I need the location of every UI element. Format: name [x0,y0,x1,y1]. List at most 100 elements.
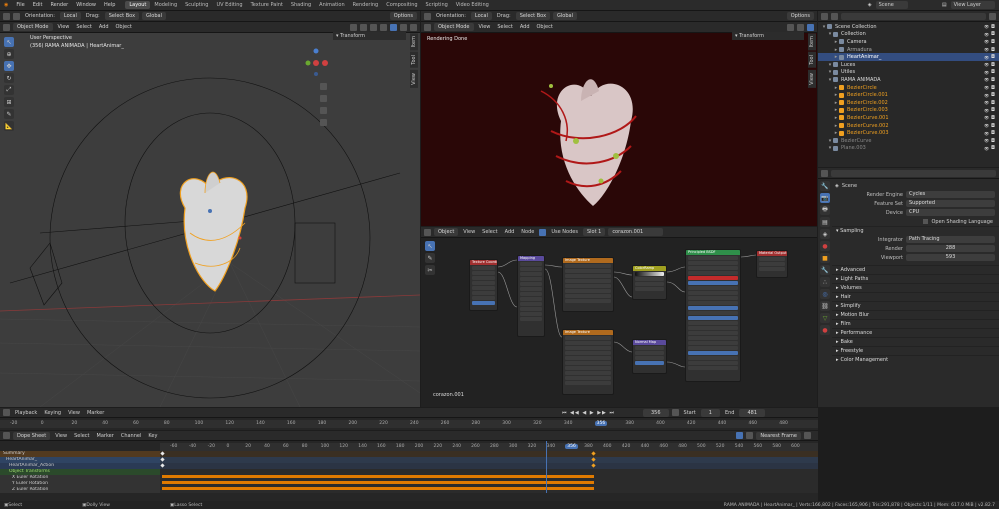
playback-controls[interactable]: ⏮ ◀◀ ◀ ▶ ▶▶ ⏭ [560,410,617,416]
viewport-samples-field[interactable]: 593 [906,254,995,261]
shading-rendered-icon[interactable] [410,23,417,31]
tab-tool[interactable]: Tool [808,52,816,69]
transform-orientation-dropdown[interactable]: Global [553,12,577,20]
gizmo-icon[interactable] [360,23,367,31]
render-camera-icon[interactable]: ◘ [991,92,995,98]
transform-tool-icon[interactable]: ⊞ [4,97,14,107]
data-tab-icon[interactable]: ▽ [820,313,830,323]
outliner-item[interactable]: ▸ BezierCurve.002 👁 ◘ [818,122,999,130]
node-colorramp[interactable]: ColorRamp [632,265,667,300]
outliner-item[interactable]: ▾ RAMA ANIMADA 👁 ◘ [818,76,999,84]
transform-orientation-dropdown[interactable]: Global [142,12,166,20]
visibility-eye-icon[interactable]: 👁 [984,47,989,52]
editor-type-icon[interactable] [3,409,10,416]
outliner-item[interactable]: ▸ BezierCurve.003 👁 ◘ [818,129,999,137]
mode-dropdown[interactable]: Object Mode [434,23,474,31]
visibility-eye-icon[interactable]: 👁 [984,146,989,151]
overlay-icon[interactable] [370,23,377,31]
menu-channel[interactable]: Channel [119,433,144,439]
dopesheet-keys[interactable] [160,441,818,493]
section-sampling[interactable]: ▾ Sampling [832,226,999,235]
render-camera-icon[interactable]: ◘ [991,145,995,151]
render-camera-icon[interactable]: ◘ [991,130,995,136]
channel-z-rotation[interactable]: Z Euler Rotation [0,487,160,493]
properties-search-input[interactable] [831,169,996,177]
section-advanced[interactable]: ▸ Advanced [832,265,999,274]
node-image-texture[interactable]: Image Texture [562,257,614,312]
keyframe-hold-bar[interactable] [162,475,594,478]
outliner-item[interactable]: ▸ BezierCircle.003 👁 ◘ [818,107,999,115]
navigation-gizmo[interactable] [305,48,329,77]
blender-logo-icon[interactable]: ◉ [0,2,12,8]
tab-tool[interactable]: Tool [410,52,418,69]
visibility-eye-icon[interactable]: 👁 [984,85,989,90]
node-material-output[interactable]: Material Output [756,250,788,278]
cursor-tool-icon[interactable]: ⊕ [4,49,14,59]
render-camera-icon[interactable]: ◘ [991,47,995,53]
osl-row[interactable]: Open Shading Language [832,217,999,226]
viewport-nav-buttons[interactable] [320,83,327,126]
dopesheet-mode-dropdown[interactable]: Dope Sheet [13,431,51,440]
osl-checkbox[interactable] [923,219,929,224]
visibility-icon[interactable] [350,23,357,31]
xray-icon[interactable] [380,23,387,31]
measure-tool-icon[interactable]: 📐 [4,121,14,131]
editor-type-icon[interactable] [821,169,828,177]
menu-render[interactable]: Render [46,2,72,8]
section-motion-blur[interactable]: ▸ Motion Blur [832,310,999,319]
outliner-item[interactable]: ▸ BezierCircle.002 👁 ◘ [818,99,999,107]
preview-range-icon[interactable] [671,409,679,416]
visibility-eye-icon[interactable]: 👁 [984,24,989,29]
render-camera-icon[interactable]: ◘ [991,138,995,144]
editor-type-icon[interactable] [821,12,828,20]
outliner-search-input[interactable] [841,12,986,20]
menu-key[interactable]: Key [146,433,159,439]
outliner-item[interactable]: ▸ BezierCurve.001 👁 ◘ [818,114,999,122]
outliner-item[interactable]: ▸ Camera 👁 ◘ [818,38,999,46]
menu-keying[interactable]: Keying [42,410,63,416]
workspace-tab-rendering[interactable]: Rendering [349,1,383,9]
object-tab-icon[interactable]: ■ [820,253,830,263]
dopesheet-ruler[interactable]: -60 -40 -20 0 20 40 60 80 100 120 140 160 180 200 220 2… [160,443,818,451]
menu-select[interactable]: Select [74,24,93,30]
editor-type-icon[interactable] [3,432,10,439]
editor-type-icon[interactable] [424,23,431,31]
section-hair[interactable]: ▸ Hair [832,292,999,301]
menu-add[interactable]: Add [97,24,111,30]
section-performance[interactable]: ▸ Performance [832,328,999,337]
render-camera-icon[interactable]: ◘ [991,62,995,68]
render-camera-icon[interactable]: ◘ [991,123,995,129]
visibility-eye-icon[interactable]: 👁 [984,115,989,120]
menu-view[interactable]: View [66,410,82,416]
world-tab-icon[interactable]: ● [820,241,830,251]
visibility-eye-icon[interactable]: 👁 [984,131,989,136]
shading-material-icon[interactable] [400,23,407,31]
particles-tab-icon[interactable]: ∴ [820,277,830,287]
view-layer-tab-icon[interactable]: ▤ [820,217,830,227]
visibility-eye-icon[interactable]: 👁 [984,55,989,60]
visibility-eye-icon[interactable]: 👁 [984,108,989,113]
workspace-tab-video-editing[interactable]: Video Editing [452,1,493,9]
render-camera-icon[interactable]: ◘ [991,69,995,75]
scene-tab-icon[interactable]: ◈ [820,229,830,239]
heart-model[interactable] [179,171,248,292]
menu-edit[interactable]: Edit [29,2,47,8]
integrator-dropdown[interactable]: Path Tracing [906,236,995,243]
outliner-item[interactable]: ▾ Utiles 👁 ◘ [818,69,999,77]
visibility-eye-icon[interactable]: 👁 [984,62,989,67]
outliner-item[interactable]: ▾ Luces 👁 ◘ [818,61,999,69]
tab-view[interactable]: View [808,70,816,88]
render-camera-icon[interactable]: ◘ [991,31,995,37]
render-camera-icon[interactable]: ◘ [991,100,995,106]
outliner-item[interactable]: ▾ BezierCurve 👁 ◘ [818,137,999,145]
select-tool-icon[interactable] [3,12,10,20]
workspace-tab-scripting[interactable]: Scripting [422,1,452,9]
workspace-tab-shading[interactable]: Shading [287,1,315,9]
section-volumes[interactable]: ▸ Volumes [832,283,999,292]
outliner-item[interactable]: ▾ Plane.003 👁 ◘ [818,145,999,153]
render-camera-icon[interactable]: ◘ [991,24,995,30]
visibility-eye-icon[interactable]: 👁 [984,32,989,37]
render-camera-icon[interactable]: ◘ [991,54,995,60]
section-freestyle[interactable]: ▸ Freestyle [832,346,999,355]
workspace-tab-sculpting[interactable]: Sculpting [181,1,212,9]
